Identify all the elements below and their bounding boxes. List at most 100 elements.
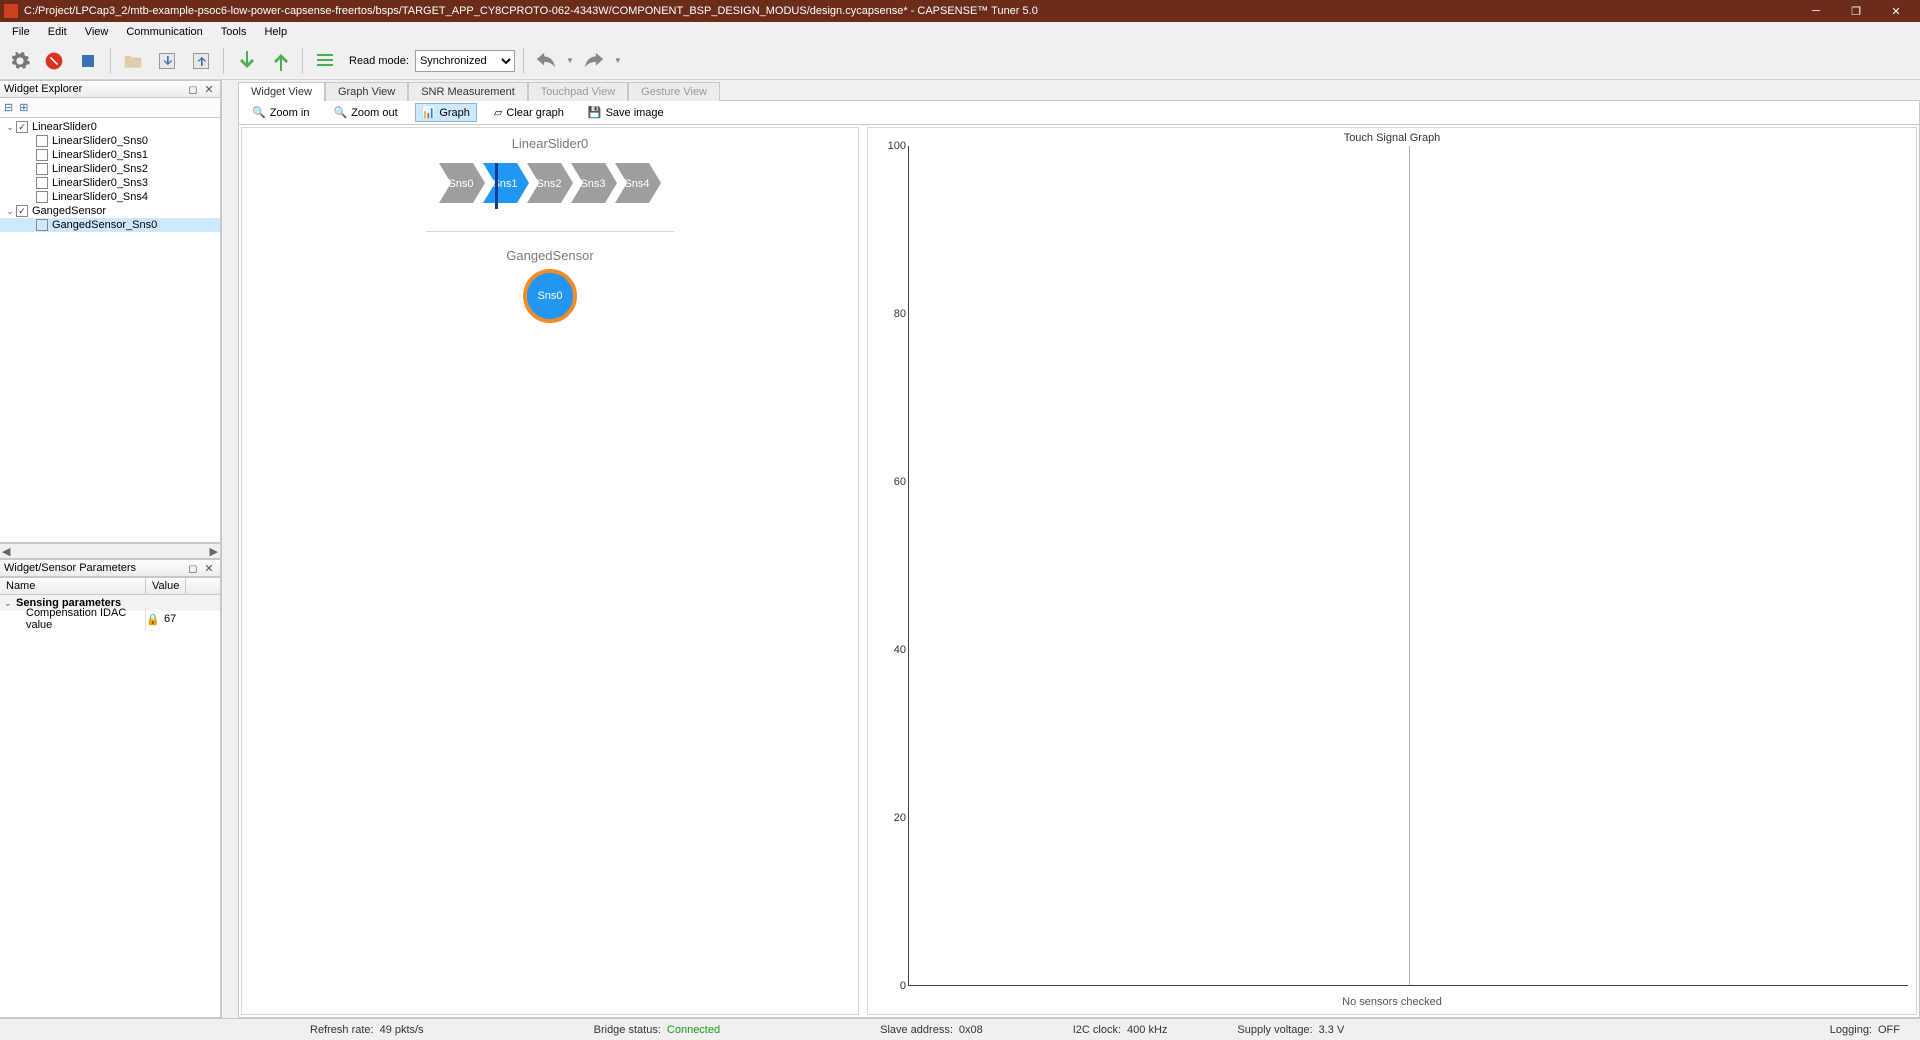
- col-name: Name: [0, 578, 146, 594]
- explorer-close-icon[interactable]: ✕: [202, 82, 216, 96]
- params-float-icon[interactable]: ◻: [186, 561, 200, 575]
- slider-sensor-sns3[interactable]: Sns3: [571, 157, 617, 209]
- zoom-out-button[interactable]: 🔍Zoom out: [326, 103, 404, 122]
- graph-yaxis: 020406080100: [876, 146, 906, 986]
- stop-connection-button[interactable]: [40, 47, 68, 75]
- menu-view[interactable]: View: [77, 24, 117, 40]
- ytick: 80: [894, 308, 906, 320]
- save-up-button[interactable]: [187, 47, 215, 75]
- twisty-icon[interactable]: ⌄: [4, 122, 16, 133]
- params-close-icon[interactable]: ✕: [202, 561, 216, 575]
- main-toolbar: Read mode: Synchronized ▼ ▼: [0, 42, 1920, 80]
- explorer-title: Widget Explorer: [4, 83, 82, 95]
- tree-sensor[interactable]: LinearSlider0_Sns2: [0, 162, 220, 176]
- menubar: File Edit View Communication Tools Help: [0, 22, 1920, 42]
- readmode-label: Read mode:: [349, 55, 409, 67]
- clear-graph-button[interactable]: ▱Clear graph: [487, 103, 571, 122]
- tab-gesture-view: Gesture View: [628, 82, 720, 101]
- graph-plot-area[interactable]: [908, 146, 1908, 986]
- ytick: 20: [894, 812, 906, 824]
- menu-file[interactable]: File: [4, 24, 38, 40]
- explorer-float-icon[interactable]: ◻: [186, 82, 200, 96]
- graph-title: Touch Signal Graph: [868, 128, 1916, 144]
- record-stop-button[interactable]: [74, 47, 102, 75]
- param-row[interactable]: Compensation IDAC value 🔒 67: [0, 611, 220, 627]
- touch-signal-graph: Touch Signal Graph 020406080100 No senso…: [867, 127, 1917, 1015]
- save-down-button[interactable]: [153, 47, 181, 75]
- menu-communication[interactable]: Communication: [118, 24, 210, 40]
- checkbox[interactable]: [36, 177, 48, 189]
- tab-snr-measurement[interactable]: SNR Measurement: [408, 82, 528, 101]
- ytick: 60: [894, 476, 906, 488]
- collapse-tree-icon[interactable]: ⊟: [4, 101, 13, 114]
- checkbox[interactable]: [36, 149, 48, 161]
- slave-value: 0x08: [959, 1024, 983, 1036]
- checkbox[interactable]: ✓: [16, 205, 28, 217]
- params-title: Widget/Sensor Parameters: [4, 562, 136, 574]
- param-name: Compensation IDAC value: [0, 607, 146, 631]
- download-arrow-button[interactable]: [232, 47, 260, 75]
- ytick: 100: [888, 140, 906, 152]
- redo-dropdown-icon[interactable]: ▼: [614, 56, 622, 65]
- tree-sensor[interactable]: LinearSlider0_Sns3: [0, 176, 220, 190]
- maximize-button[interactable]: ❐: [1836, 0, 1876, 22]
- save-icon: 💾: [588, 106, 602, 119]
- slider-sensor-sns4[interactable]: Sns4: [615, 157, 661, 209]
- linear-slider[interactable]: Sns0 Sns1Sns2 Sns3 Sns4: [439, 157, 661, 209]
- tree-scroll[interactable]: ◀▶: [0, 543, 221, 559]
- graph-footer: No sensors checked: [868, 996, 1916, 1008]
- refresh-value: 49 pkts/s: [380, 1024, 424, 1036]
- tree-sensor[interactable]: LinearSlider0_Sns1: [0, 148, 220, 162]
- save-image-button[interactable]: 💾Save image: [581, 103, 671, 122]
- minimize-button[interactable]: ─: [1796, 0, 1836, 22]
- ganged-sensor-sns0[interactable]: Sns0: [523, 269, 577, 323]
- params-body: ⌄ Sensing parameters Compensation IDAC v…: [0, 595, 221, 1018]
- lock-icon: 🔒: [146, 613, 160, 626]
- checkbox[interactable]: [36, 163, 48, 175]
- align-button[interactable]: [311, 47, 339, 75]
- zoom-in-icon: 🔍: [252, 106, 266, 119]
- checkbox[interactable]: ✓: [16, 121, 28, 133]
- view-subtoolbar: 🔍Zoom in 🔍Zoom out 📊Graph ▱Clear graph 💾…: [238, 100, 1920, 124]
- checkbox[interactable]: [36, 135, 48, 147]
- widget-tree[interactable]: ⌄✓LinearSlider0LinearSlider0_Sns0LinearS…: [0, 118, 221, 543]
- ytick: 40: [894, 644, 906, 656]
- tab-graph-view[interactable]: Graph View: [325, 82, 408, 101]
- slider-sensor-sns0[interactable]: Sns0: [439, 157, 485, 209]
- tab-touchpad-view: Touchpad View: [528, 82, 628, 101]
- upload-arrow-button[interactable]: [266, 47, 294, 75]
- open-button[interactable]: [119, 47, 147, 75]
- log-label: Logging:: [1830, 1024, 1872, 1036]
- tab-widget-view[interactable]: Widget View: [238, 82, 325, 101]
- zoom-in-button[interactable]: 🔍Zoom in: [245, 103, 316, 122]
- col-value: Value: [146, 578, 186, 594]
- i2c-label: I2C clock:: [1073, 1024, 1121, 1036]
- eraser-icon: ▱: [494, 106, 502, 119]
- tree-sensor[interactable]: LinearSlider0_Sns4: [0, 190, 220, 204]
- tree-widget[interactable]: ⌄✓GangedSensor: [0, 204, 220, 218]
- tree-sensor[interactable]: LinearSlider0_Sns0: [0, 134, 220, 148]
- checkbox[interactable]: [36, 219, 48, 231]
- svg-text:Sns3: Sns3: [580, 178, 605, 190]
- view-tabs: Widget ViewGraph ViewSNR MeasurementTouc…: [238, 80, 1920, 100]
- slider-sensor-sns1[interactable]: Sns1: [483, 157, 529, 209]
- readmode-select[interactable]: Synchronized: [415, 50, 515, 72]
- tree-widget[interactable]: ⌄✓LinearSlider0: [0, 120, 220, 134]
- undo-button[interactable]: [532, 47, 560, 75]
- slave-label: Slave address:: [880, 1024, 953, 1036]
- expand-tree-icon[interactable]: ⊞: [19, 101, 28, 114]
- tree-sensor[interactable]: GangedSensor_Sns0: [0, 218, 220, 232]
- menu-edit[interactable]: Edit: [40, 24, 75, 40]
- close-button[interactable]: ✕: [1876, 0, 1916, 22]
- twisty-icon[interactable]: ⌄: [4, 206, 16, 217]
- graph-toggle-button[interactable]: 📊Graph: [415, 103, 477, 122]
- checkbox[interactable]: [36, 191, 48, 203]
- slider-sensor-sns2[interactable]: Sns2: [527, 157, 573, 209]
- menu-tools[interactable]: Tools: [213, 24, 255, 40]
- svg-text:Sns0: Sns0: [448, 178, 473, 190]
- redo-button[interactable]: [580, 47, 608, 75]
- menu-help[interactable]: Help: [256, 24, 295, 40]
- undo-dropdown-icon[interactable]: ▼: [566, 56, 574, 65]
- settings-button[interactable]: [6, 47, 34, 75]
- supply-value: 3.3 V: [1319, 1024, 1345, 1036]
